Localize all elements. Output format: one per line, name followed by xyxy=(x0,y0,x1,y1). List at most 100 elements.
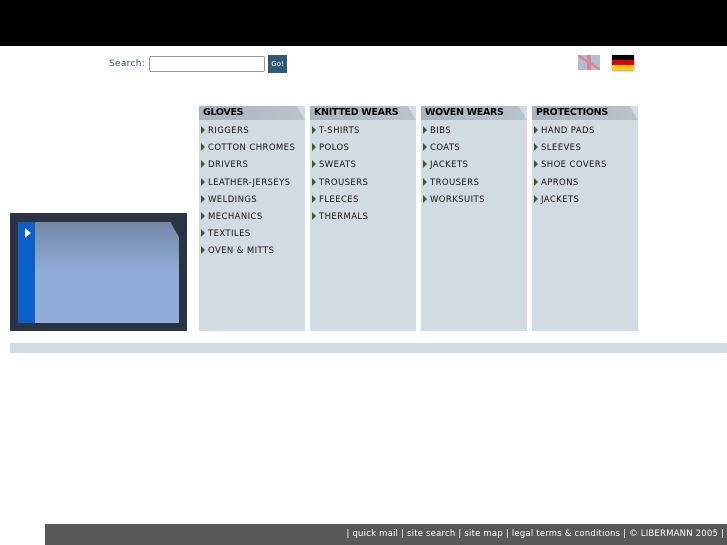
menu-column-protections: PROTECTIONS HAND PADS SLEEVES SHOE COVERS AP… xyxy=(532,106,638,331)
menu-item[interactable]: THERMALS xyxy=(310,209,416,226)
arrow-right-icon xyxy=(312,160,316,169)
menu-item-label: TROUSERS xyxy=(319,177,369,188)
arrow-right-icon xyxy=(534,143,538,152)
arrow-right-icon xyxy=(534,160,538,169)
arrow-right-icon xyxy=(201,246,205,255)
footer-link[interactable]: quick mail xyxy=(352,529,398,539)
arrow-right-icon xyxy=(201,211,205,220)
search-go-button[interactable]: Go! xyxy=(268,55,288,73)
arrow-right-icon xyxy=(201,229,205,238)
menu-item[interactable]: TROUSERS xyxy=(310,175,416,192)
arrow-right-icon xyxy=(312,194,316,203)
arrow-right-icon xyxy=(534,194,538,203)
menu-item-label: TEXTILES xyxy=(208,229,251,240)
menu-item-label: HAND PADS xyxy=(541,126,595,136)
menu-item[interactable]: TROUSERS xyxy=(421,175,527,192)
menu-item-label: SLEEVES xyxy=(541,143,582,154)
arrow-right-icon xyxy=(534,126,538,134)
menu-item-label: JACKETS xyxy=(541,194,580,205)
arrow-right-icon xyxy=(423,177,427,186)
menu-column-knitted-wears: KNITTED WEARS T-SHIRTS POLOS SWEATS TROUSERS… xyxy=(310,106,416,331)
menu-column-title[interactable]: KNITTED WEARS xyxy=(310,106,416,120)
separator: | xyxy=(346,529,350,539)
play-arrow-icon[interactable] xyxy=(25,228,31,238)
separator: | xyxy=(721,529,725,539)
arrow-right-icon xyxy=(312,177,316,186)
arrow-right-icon xyxy=(534,177,538,186)
arrow-right-icon xyxy=(423,194,427,203)
menu-column-woven-wears: WOVEN WEARS BIBS COATS JACKETS TROUSERS WORKS… xyxy=(421,106,527,331)
menu-item[interactable]: T-SHIRTS xyxy=(310,123,416,140)
menu-column-title[interactable]: PROTECTIONS xyxy=(532,106,638,120)
menu-item[interactable]: FLEECES xyxy=(310,192,416,209)
menu-item[interactable]: COTTON CHROMES xyxy=(199,140,305,157)
arrow-right-icon xyxy=(312,211,316,220)
search-form: Search: Go! xyxy=(109,55,288,73)
menu-item[interactable]: HAND PADS xyxy=(532,123,638,140)
menu-column-gloves: GLOVES RIGGERS COTTON CHROMES DRIVERS LEATHE… xyxy=(199,106,305,331)
menu-item-label: MECHANICS xyxy=(208,211,263,222)
separator: | xyxy=(401,529,405,539)
separator: | xyxy=(458,529,462,539)
menu-column-title[interactable]: WOVEN WEARS xyxy=(421,106,527,120)
menu-item-label: WELDINGS xyxy=(208,194,258,205)
menu-item-label: FLEECES xyxy=(319,194,359,205)
search-input[interactable] xyxy=(149,56,266,72)
footer-link[interactable]: site search xyxy=(407,529,456,539)
menu-item[interactable]: WORKSUITS xyxy=(421,192,527,209)
menu-column-title[interactable]: GLOVES xyxy=(199,106,305,120)
arrow-right-icon xyxy=(423,126,427,134)
menu-item-label: OVEN & MITTS xyxy=(208,246,275,257)
menu-item[interactable]: DRIVERS xyxy=(199,157,305,174)
arrow-right-icon xyxy=(423,143,427,152)
header-bar xyxy=(0,0,727,46)
menu-item[interactable]: SLEEVES xyxy=(532,140,638,157)
menu-item-label: T-SHIRTS xyxy=(319,126,360,136)
menu-item[interactable]: TEXTILES xyxy=(199,226,305,243)
menu-item-label: SWEATS xyxy=(319,160,357,171)
arrow-right-icon xyxy=(423,160,427,169)
menu-item[interactable]: OVEN & MITTS xyxy=(199,243,305,260)
arrow-right-icon xyxy=(201,143,205,152)
menu-item-label: COATS xyxy=(430,143,461,154)
menu-item[interactable]: WELDINGS xyxy=(199,192,305,209)
menu-item-label: COTTON CHROMES xyxy=(208,143,296,154)
menu-item-label: DRIVERS xyxy=(208,160,249,171)
menu-item-label: POLOS xyxy=(319,143,350,154)
menu-item-label: SHOE COVERS xyxy=(541,160,607,171)
separator: | xyxy=(505,529,509,539)
menu-item-label: JACKETS xyxy=(430,160,469,171)
footer-link[interactable]: site map xyxy=(464,529,503,539)
divider-bar xyxy=(10,343,727,353)
menu-item[interactable]: JACKETS xyxy=(532,192,638,209)
menu-item[interactable]: RIGGERS xyxy=(199,123,305,140)
footer-link[interactable]: legal terms & conditions xyxy=(512,529,620,539)
arrow-right-icon xyxy=(201,177,205,186)
menu-item-label: LEATHER-JERSEYS xyxy=(208,177,291,188)
menu-item-label: TROUSERS xyxy=(430,177,480,188)
footer: | quick mail | site search | site map | … xyxy=(45,524,727,545)
menu-item[interactable]: POLOS xyxy=(310,140,416,157)
menu-item[interactable]: JACKETS xyxy=(421,157,527,174)
copyright: © LIBERMANN 2005 xyxy=(629,529,719,539)
menu-item[interactable]: SWEATS xyxy=(310,157,416,174)
menu-item[interactable]: APRONS xyxy=(532,175,638,192)
menu-item-label: APRONS xyxy=(541,177,579,188)
uk-flag-icon[interactable] xyxy=(578,55,600,70)
menu-item[interactable]: MECHANICS xyxy=(199,209,305,226)
separator: | xyxy=(623,529,627,539)
menu-item[interactable]: BIBS xyxy=(421,123,527,140)
menu-item-label: BIBS xyxy=(430,126,452,136)
search-label: Search: xyxy=(109,59,146,69)
menu-item[interactable]: COATS xyxy=(421,140,527,157)
banner-panel xyxy=(35,222,179,323)
arrow-right-icon xyxy=(312,143,316,152)
arrow-right-icon xyxy=(201,194,205,203)
menu-item-label: THERMALS xyxy=(319,211,369,222)
menu-item[interactable]: SHOE COVERS xyxy=(532,157,638,174)
banner xyxy=(10,213,187,331)
arrow-right-icon xyxy=(201,160,205,169)
german-flag-icon[interactable] xyxy=(612,55,634,70)
menu-item[interactable]: LEATHER-JERSEYS xyxy=(199,175,305,192)
arrow-right-icon xyxy=(312,126,316,134)
